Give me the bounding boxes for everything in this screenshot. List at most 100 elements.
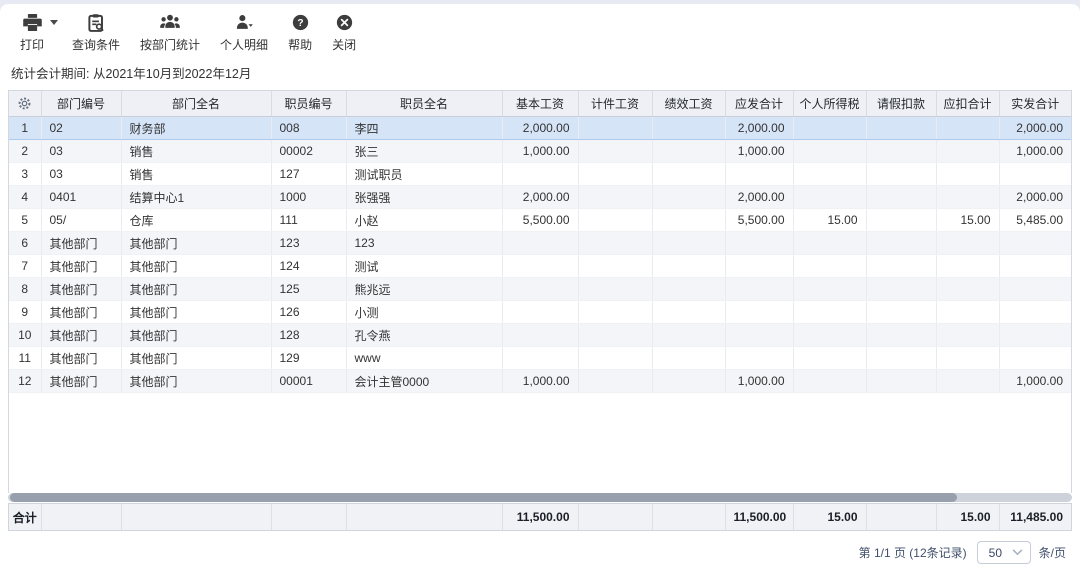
cell xyxy=(936,301,999,324)
cell: 128 xyxy=(271,324,346,347)
cell: 15.00 xyxy=(793,209,866,232)
cell: 1000 xyxy=(271,186,346,209)
cell xyxy=(999,301,1071,324)
col-header-piece-salary[interactable]: 计件工资 xyxy=(578,91,652,117)
cell xyxy=(793,163,866,186)
toolbar: 打印 查询条件 xyxy=(0,4,1080,53)
chevron-down-icon xyxy=(50,20,58,25)
col-header-basic-salary[interactable]: 基本工资 xyxy=(502,91,578,117)
salary-statistics-window: 打印 查询条件 xyxy=(0,4,1080,568)
total-cell: 11,485.00 xyxy=(999,504,1071,530)
print-label: 打印 xyxy=(20,36,44,53)
cell: 其他部门 xyxy=(121,324,271,347)
cell xyxy=(652,278,725,301)
cell xyxy=(502,347,578,370)
cell: 熊兆远 xyxy=(346,278,502,301)
cell xyxy=(652,232,725,255)
cell: 6 xyxy=(9,232,41,255)
col-header-income-tax[interactable]: 个人所得税 xyxy=(793,91,866,117)
cell: 其他部门 xyxy=(121,370,271,393)
cell xyxy=(866,232,936,255)
cell: 0401 xyxy=(41,186,121,209)
print-dropdown-button[interactable] xyxy=(54,13,62,25)
person-detail-icon xyxy=(235,13,253,32)
cell xyxy=(866,370,936,393)
table-row[interactable]: 12其他部门其他部门00001会计主管00001,000.001,000.001… xyxy=(9,370,1071,393)
cell: 其他部门 xyxy=(121,301,271,324)
table-row[interactable]: 203销售00002张三1,000.001,000.001,000.00 xyxy=(9,140,1071,163)
print-button[interactable]: 打印 xyxy=(10,13,54,53)
col-header-dept-no[interactable]: 部门编号 xyxy=(41,91,121,117)
help-icon: ? xyxy=(292,13,309,32)
cell: 03 xyxy=(41,140,121,163)
chevron-down-icon xyxy=(1012,549,1023,556)
col-header-leave-deduction[interactable]: 请假扣款 xyxy=(866,91,936,117)
horizontal-scrollbar[interactable] xyxy=(8,493,1072,502)
personal-detail-button[interactable]: 个人明细 xyxy=(210,13,278,53)
cell xyxy=(652,209,725,232)
col-header-actual-total[interactable]: 实发合计 xyxy=(999,91,1071,117)
cell xyxy=(936,370,999,393)
cell: 1,000.00 xyxy=(999,370,1071,393)
col-header-payable-total[interactable]: 应发合计 xyxy=(725,91,793,117)
query-conditions-button[interactable]: 查询条件 xyxy=(62,13,130,53)
pagination: 第 1/1 页 (12条记录) 50 条/页 xyxy=(0,541,1066,564)
cell xyxy=(793,117,866,140)
total-cell: 11,500.00 xyxy=(502,504,578,530)
table-row[interactable]: 11其他部门其他部门129www xyxy=(9,347,1071,370)
table-row[interactable]: 505/仓库111小赵5,500.005,500.0015.0015.005,4… xyxy=(9,209,1071,232)
cell: 12 xyxy=(9,370,41,393)
cell: 其他部门 xyxy=(41,347,121,370)
cell: 1,000.00 xyxy=(502,140,578,163)
cell xyxy=(936,140,999,163)
cell xyxy=(578,324,652,347)
cell: 2,000.00 xyxy=(999,117,1071,140)
table-row[interactable]: 7其他部门其他部门124测试 xyxy=(9,255,1071,278)
cell xyxy=(793,278,866,301)
cell xyxy=(793,232,866,255)
cell xyxy=(936,255,999,278)
total-row-container: 合计11,500.0011,500.0015.0015.0011,485.00 xyxy=(8,503,1072,531)
cell xyxy=(502,324,578,347)
table-row[interactable]: 40401结算中心11000张强强2,000.002,000.002,000.0… xyxy=(9,186,1071,209)
total-cell xyxy=(866,504,936,530)
col-header-emp-no[interactable]: 职员编号 xyxy=(271,91,346,117)
total-row: 合计11,500.0011,500.0015.0015.0011,485.00 xyxy=(9,504,1071,530)
cell xyxy=(999,347,1071,370)
cell: 3 xyxy=(9,163,41,186)
cell: 小测 xyxy=(346,301,502,324)
cell xyxy=(652,370,725,393)
table-row[interactable]: 303销售127测试职员 xyxy=(9,163,1071,186)
cell: 其他部门 xyxy=(41,370,121,393)
cell: 张三 xyxy=(346,140,502,163)
cell: 05/ xyxy=(41,209,121,232)
cell: 03 xyxy=(41,163,121,186)
help-button[interactable]: ? 帮助 xyxy=(278,13,322,53)
col-header-performance-salary[interactable]: 绩效工资 xyxy=(652,91,725,117)
cell: 111 xyxy=(271,209,346,232)
cell: 财务部 xyxy=(121,117,271,140)
cell xyxy=(652,186,725,209)
table-row[interactable]: 6其他部门其他部门123123 xyxy=(9,232,1071,255)
table-row[interactable]: 102财务部008李四2,000.002,000.002,000.00 xyxy=(9,117,1071,140)
cell: 结算中心1 xyxy=(121,186,271,209)
cell xyxy=(578,209,652,232)
close-label: 关闭 xyxy=(332,36,356,53)
close-button[interactable]: 关闭 xyxy=(322,13,366,53)
table-row[interactable]: 10其他部门其他部门128孔令燕 xyxy=(9,324,1071,347)
cell: 123 xyxy=(346,232,502,255)
cell xyxy=(793,301,866,324)
scrollbar-thumb[interactable] xyxy=(10,493,957,502)
page-size-value: 50 xyxy=(989,546,1002,560)
query-conditions-label: 查询条件 xyxy=(72,36,120,53)
col-header-emp-name[interactable]: 职员全名 xyxy=(346,91,502,117)
table-row[interactable]: 9其他部门其他部门126小测 xyxy=(9,301,1071,324)
page-size-select[interactable]: 50 xyxy=(977,541,1031,564)
table-row[interactable]: 8其他部门其他部门125熊兆远 xyxy=(9,278,1071,301)
col-header-dept-name[interactable]: 部门全名 xyxy=(121,91,271,117)
department-stats-button[interactable]: 按部门统计 xyxy=(130,13,210,53)
col-header-deduction-total[interactable]: 应扣合计 xyxy=(936,91,999,117)
cell xyxy=(578,140,652,163)
cell: 2,000.00 xyxy=(725,117,793,140)
column-settings-button[interactable] xyxy=(9,91,41,117)
